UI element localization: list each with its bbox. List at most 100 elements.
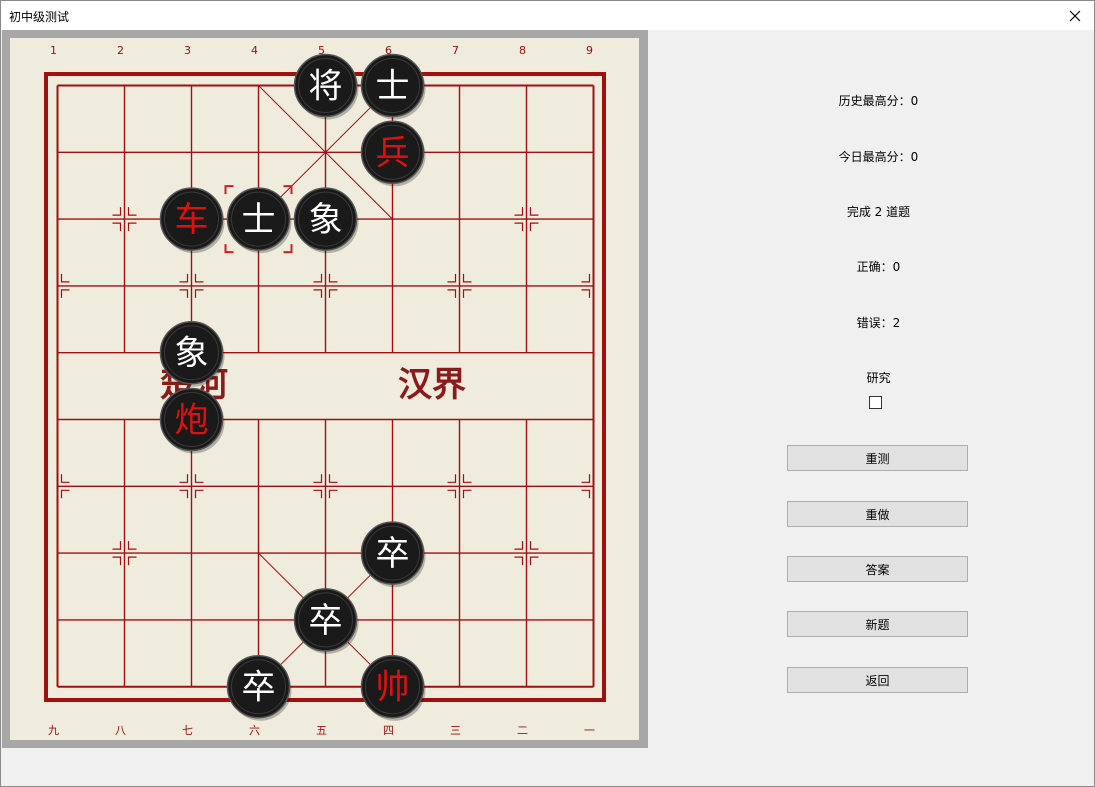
position-marker [462, 273, 472, 283]
new-puzzle-button[interactable]: 新题 [787, 611, 968, 637]
position-marker [581, 273, 591, 283]
position-marker [127, 541, 137, 550]
selection-bracket [283, 244, 293, 254]
position-marker [194, 489, 204, 499]
black-soldier-right-char: 卒 [376, 534, 410, 574]
black-soldier-center-char: 卒 [309, 601, 343, 641]
river-text-right: 汉界 [398, 365, 466, 405]
position-marker [127, 556, 137, 566]
position-marker [179, 273, 189, 283]
red-general-char: 帅 [376, 668, 410, 708]
black-soldier-left-char: 卒 [242, 668, 276, 708]
red-soldier-char: 兵 [376, 133, 410, 173]
selection-bracket [224, 244, 234, 254]
position-marker [447, 489, 457, 499]
chess-board[interactable]: 楚河汉界123456789九八七六五四三二一将士兵车士象象炮卒卒卒帅 [10, 38, 639, 740]
redo-button[interactable]: 重做 [787, 501, 968, 527]
answer-button[interactable]: 答案 [787, 556, 968, 582]
position-marker [127, 222, 137, 232]
position-marker [529, 222, 539, 232]
window-title: 初中级测试 [9, 10, 70, 24]
position-marker [112, 222, 122, 232]
bottom-file-label: 二 [517, 724, 528, 737]
position-marker [514, 207, 524, 216]
black-general-char: 将 [309, 67, 343, 107]
back-button[interactable]: 返回 [787, 667, 968, 693]
position-marker [447, 273, 457, 283]
app-window: 初中级测试 楚河汉界123456789九八七六五四三二一将士兵车士象象炮卒卒卒帅… [0, 0, 1095, 787]
top-file-label: 7 [452, 44, 459, 57]
position-marker [462, 489, 472, 499]
position-marker [529, 541, 539, 550]
position-marker [194, 474, 204, 483]
bottom-file-label: 七 [182, 724, 193, 737]
black-advisor-top-char: 士 [376, 67, 410, 107]
position-marker [462, 289, 472, 298]
top-file-label: 8 [519, 44, 526, 57]
black-advisor-selected-char: 士 [242, 200, 276, 240]
position-marker [462, 474, 472, 483]
position-marker [328, 489, 338, 499]
position-marker [60, 474, 70, 483]
top-file-label: 3 [184, 44, 191, 57]
position-marker [447, 474, 457, 483]
position-marker [529, 207, 539, 216]
top-file-label: 9 [586, 44, 593, 57]
position-marker [194, 273, 204, 283]
today-best-score: 今日最高分：0 [838, 150, 919, 164]
bottom-file-label: 四 [383, 724, 394, 737]
black-elephant-top-char: 象 [309, 200, 343, 240]
position-marker [328, 474, 338, 483]
position-marker [179, 474, 189, 483]
bottom-file-label: 五 [316, 724, 327, 737]
position-marker [313, 489, 323, 499]
position-marker [112, 556, 122, 566]
position-marker [127, 207, 137, 216]
board-svg[interactable]: 楚河汉界123456789九八七六五四三二一将士兵车士象象炮卒卒卒帅 [10, 38, 639, 740]
position-marker [328, 273, 338, 283]
black-elephant-river-char: 象 [175, 334, 209, 374]
bottom-file-label: 一 [584, 724, 595, 737]
close-button[interactable] [1056, 1, 1094, 30]
retest-button[interactable]: 重测 [787, 445, 968, 471]
position-marker [112, 207, 122, 216]
title-bar: 初中级测试 [1, 1, 1094, 30]
study-label: 研究 [866, 371, 891, 385]
red-cannon-char: 炮 [175, 401, 209, 441]
selection-bracket [224, 185, 234, 195]
position-marker [447, 289, 457, 298]
position-marker [514, 541, 524, 550]
red-chariot-char: 车 [175, 200, 209, 240]
top-file-label: 2 [117, 44, 124, 57]
top-file-label: 1 [50, 44, 57, 57]
close-icon [1069, 10, 1081, 21]
position-marker [60, 273, 70, 283]
position-marker [194, 289, 204, 298]
position-marker [581, 489, 591, 499]
position-marker [60, 489, 70, 499]
position-marker [112, 541, 122, 550]
bottom-file-label: 九 [48, 724, 59, 737]
position-marker [581, 474, 591, 483]
position-marker [179, 489, 189, 499]
bottom-file-label: 八 [115, 724, 126, 737]
bottom-file-label: 六 [249, 724, 260, 737]
position-marker [60, 289, 70, 298]
position-marker [313, 273, 323, 283]
position-marker [581, 289, 591, 298]
wrong-count: 错误：2 [856, 316, 901, 330]
position-marker [328, 289, 338, 298]
position-marker [514, 222, 524, 232]
board-frame: 楚河汉界123456789九八七六五四三二一将士兵车士象象炮卒卒卒帅 [2, 30, 648, 748]
completed-count: 完成 2 道题 [846, 205, 911, 219]
position-marker [313, 289, 323, 298]
top-file-label: 4 [251, 44, 258, 57]
side-panel: 历史最高分：0 今日最高分：0 完成 2 道题 正确：0 错误：2 研究 重测 … [661, 30, 1095, 710]
history-best-score: 历史最高分：0 [838, 94, 919, 108]
position-marker [179, 289, 189, 298]
correct-count: 正确：0 [856, 260, 901, 274]
study-checkbox[interactable] [869, 396, 882, 409]
position-marker [529, 556, 539, 566]
bottom-file-label: 三 [450, 724, 461, 737]
position-marker [313, 474, 323, 483]
